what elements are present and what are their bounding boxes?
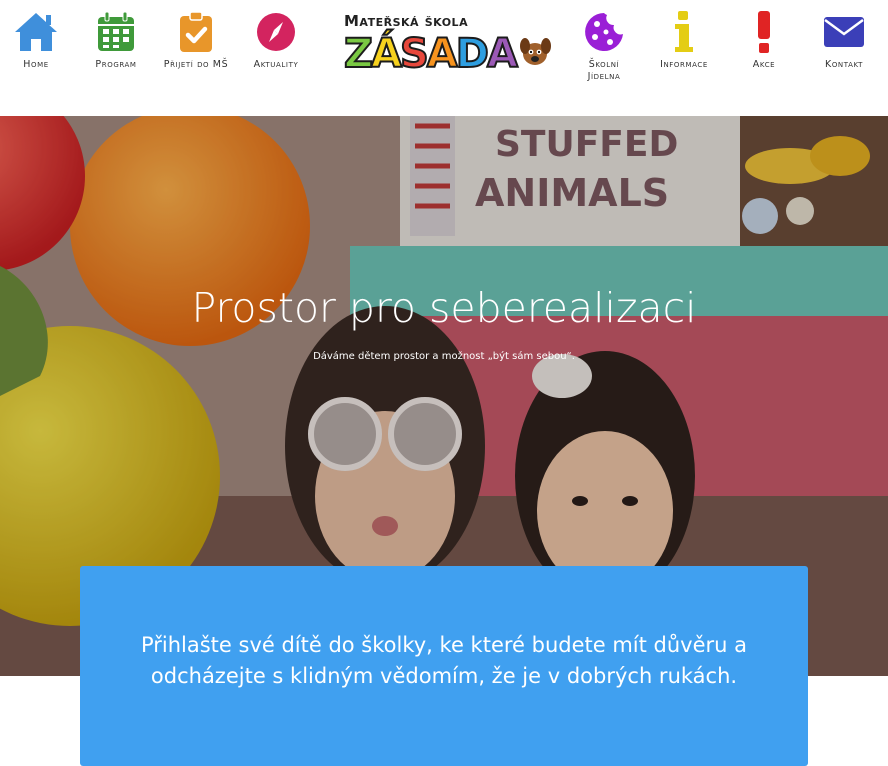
- envelope-icon: [820, 10, 868, 54]
- hero-title: Prostor pro seberealizaci: [191, 284, 697, 332]
- nav-prijeti-label: Přijetí do MŠ: [163, 59, 229, 70]
- nav-home[interactable]: Home: [0, 10, 74, 71]
- site-header: Home Program Přijetí do MŠ Aktuality Mat…: [0, 0, 888, 116]
- nav-jidelna[interactable]: Školní Jídelna: [566, 10, 642, 83]
- clipboard-check-icon: [172, 10, 220, 54]
- exclamation-icon: [740, 10, 788, 54]
- nav-kontakt-label: Kontakt: [824, 59, 864, 70]
- logo-letter: S: [399, 31, 430, 77]
- nav-informace[interactable]: Informace: [646, 10, 722, 71]
- logo-letter: A: [486, 31, 519, 77]
- nav-prijeti[interactable]: Přijetí do MŠ: [158, 10, 234, 71]
- nav-home-label: Home: [23, 59, 49, 70]
- nav-jidelna-label: Školní Jídelna: [587, 59, 621, 82]
- school-logo[interactable]: Mateřská škola Z Á S A D A: [343, 10, 551, 77]
- calendar-icon: [92, 10, 140, 54]
- nav-aktuality-label: Aktuality: [253, 59, 299, 70]
- nav-informace-label: Informace: [660, 59, 708, 70]
- logo-wordmark: Z Á S A D A: [343, 28, 552, 77]
- logo-letter: D: [455, 31, 490, 77]
- nav-program[interactable]: Program: [78, 10, 154, 71]
- dog-mascot-icon: [519, 38, 551, 65]
- cookie-icon: [580, 10, 628, 54]
- nav-aktuality[interactable]: Aktuality: [238, 10, 314, 71]
- callout-text: Přihlašte své dítě do školky, ke které b…: [140, 633, 748, 688]
- enrollment-callout: Přihlašte své dítě do školky, ke které b…: [80, 566, 808, 766]
- logo-letter: Á: [370, 31, 403, 77]
- logo-letter: A: [426, 31, 459, 77]
- compass-icon: [252, 10, 300, 54]
- nav-akce-label: Akce: [752, 59, 776, 70]
- info-icon: [660, 10, 708, 54]
- nav-program-label: Program: [95, 59, 137, 70]
- logo-letter: Z: [343, 31, 374, 77]
- hero-subtitle: Dáváme dětem prostor a možnost „být sám …: [313, 351, 575, 362]
- home-icon: [12, 10, 60, 54]
- nav-kontakt[interactable]: Kontakt: [806, 10, 882, 71]
- nav-akce[interactable]: Akce: [726, 10, 802, 71]
